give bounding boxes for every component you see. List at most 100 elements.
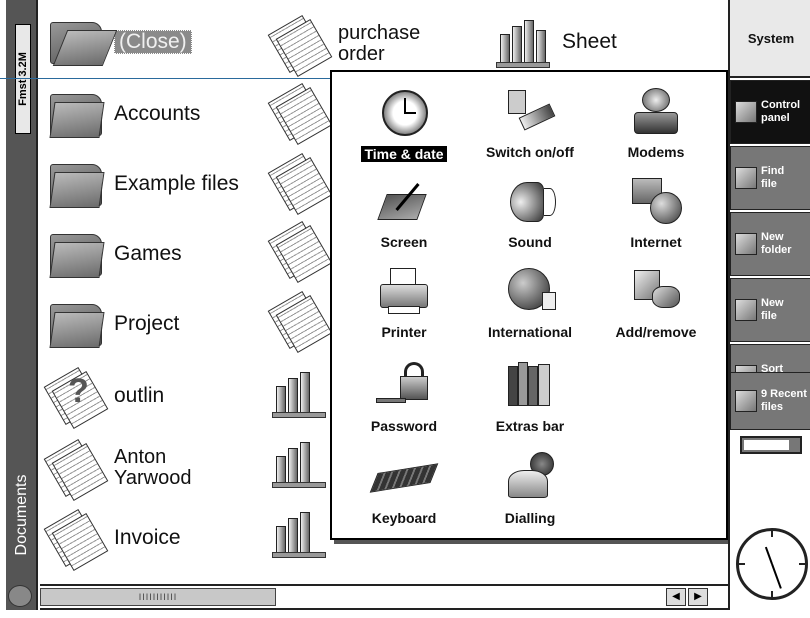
control-panel-button[interactable]: Control panel	[730, 80, 810, 144]
scroll-left-button[interactable]: ◀	[666, 588, 686, 606]
file-item-games[interactable]: Games	[46, 228, 182, 280]
find-file-button[interactable]: Find file	[730, 146, 810, 210]
cp-item-international[interactable]: International	[464, 264, 596, 342]
folder-icon	[46, 88, 106, 140]
add-remove-icon	[626, 264, 686, 324]
keyboard-icon	[369, 450, 439, 510]
file-item-doc[interactable]	[267, 220, 333, 284]
cp-item-sound[interactable]: Sound	[464, 174, 596, 252]
file-label: Invoice	[114, 526, 181, 549]
file-item-anton-yarwood[interactable]: Anton Yarwood	[43, 438, 192, 502]
popup-connector-line	[0, 78, 330, 79]
cp-label: Add/remove	[615, 324, 697, 340]
cp-label: Modems	[627, 144, 685, 160]
new-folder-button[interactable]: New folder	[730, 212, 810, 276]
new-file-icon	[735, 299, 757, 321]
cp-item-keyboard[interactable]: Keyboard	[338, 450, 470, 528]
file-item-close[interactable]: (Close)	[46, 16, 192, 68]
file-item-invoice[interactable]: Invoice	[43, 508, 181, 572]
cp-item-time-date[interactable]: Time & date	[338, 84, 470, 164]
cp-item-screen[interactable]: Screen	[338, 174, 470, 252]
folder-icon	[46, 158, 106, 210]
clock-icon	[374, 84, 434, 144]
globe-icon	[500, 264, 560, 324]
file-label: Example files	[114, 172, 239, 195]
folder-icon	[46, 228, 106, 280]
word-doc-icon	[267, 14, 333, 78]
menu-button[interactable]	[8, 585, 32, 607]
scrollbar-thumb[interactable]: IIIIIIIIIII	[40, 588, 276, 606]
system-title-tab[interactable]: System	[730, 0, 810, 78]
new-file-button[interactable]: New file	[730, 278, 810, 342]
sheet-icon	[270, 504, 330, 560]
cp-item-modems[interactable]: Modems	[590, 84, 722, 162]
cp-label: Internet	[630, 234, 682, 250]
modem-icon	[626, 84, 686, 144]
disk-space-label: Fmst 3.2M	[15, 24, 31, 134]
recent-files-button[interactable]: 9 Recent files	[730, 372, 810, 430]
new-folder-icon	[735, 233, 757, 255]
file-item-outlin[interactable]: ? outlin	[43, 366, 165, 430]
cp-label: Sound	[508, 234, 552, 250]
file-item-sheet[interactable]	[270, 364, 330, 420]
battery-fill	[744, 440, 790, 450]
cp-item-extras-bar[interactable]: Extras bar	[464, 358, 596, 436]
horizontal-scrollbar[interactable]: IIIIIIIIIII ◀ ▶	[40, 584, 728, 610]
file-item-doc[interactable]	[267, 82, 333, 146]
file-item-doc[interactable]	[267, 290, 333, 354]
new-file-label: New file	[761, 297, 784, 322]
file-item-sheet[interactable]	[270, 504, 330, 560]
folder-icon	[46, 298, 106, 350]
file-label: Anton Yarwood	[114, 446, 192, 489]
file-label: Project	[114, 312, 180, 335]
file-item-accounts[interactable]: Accounts	[46, 88, 200, 140]
cp-item-password[interactable]: Password	[338, 358, 470, 436]
file-item-example-files[interactable]: Example files	[46, 158, 239, 210]
file-label: purchase order	[338, 22, 421, 65]
system-title: System	[747, 30, 795, 46]
word-doc-icon	[43, 438, 109, 502]
file-label: Accounts	[114, 102, 201, 125]
file-label: outlin	[114, 384, 165, 407]
file-item-doc[interactable]	[267, 152, 333, 216]
word-doc-icon	[267, 152, 333, 216]
cp-label: Switch on/off	[486, 144, 574, 160]
speaker-icon	[500, 174, 560, 234]
find-file-label: Find file	[761, 165, 785, 190]
clock-icon[interactable]	[736, 528, 808, 600]
cp-label: Password	[370, 418, 438, 434]
current-folder-text: Documents	[13, 474, 30, 556]
scroll-right-button[interactable]: ▶	[688, 588, 708, 606]
cp-label: Extras bar	[495, 418, 565, 434]
new-folder-label: New folder	[761, 231, 792, 256]
recent-files-label: 9 Recent files	[761, 388, 807, 413]
cp-label: Time & date	[361, 146, 447, 162]
file-item-purchase-order[interactable]: purchase order	[267, 14, 421, 78]
left-strip: Fmst 3.2M Documents	[6, 0, 38, 610]
cp-label: International	[487, 324, 572, 340]
cp-item-add-remove[interactable]: Add/remove	[590, 264, 722, 342]
printer-icon	[374, 264, 434, 324]
power-switch-icon	[500, 84, 560, 144]
file-label: (Close)	[114, 30, 192, 54]
books-icon	[500, 358, 560, 418]
cp-item-dialling[interactable]: Dialling	[464, 450, 596, 528]
current-folder-label[interactable]: Documents	[6, 440, 38, 590]
sheet-icon	[270, 434, 330, 490]
control-panel-label: Control panel	[761, 99, 801, 124]
cp-item-switch-onoff[interactable]: Switch on/off	[464, 84, 596, 162]
file-label: Games	[114, 242, 182, 265]
cp-item-internet[interactable]: Internet	[590, 174, 722, 252]
file-item-sheet[interactable]: Sheet	[494, 14, 617, 70]
word-doc-icon	[267, 82, 333, 146]
word-doc-icon	[267, 290, 333, 354]
file-item-sheet[interactable]	[270, 434, 330, 490]
cp-item-printer[interactable]: Printer	[338, 264, 470, 342]
key-lock-icon	[374, 358, 434, 418]
globe-computer-icon	[626, 174, 686, 234]
file-label: Sheet	[562, 30, 617, 53]
folder-open-icon	[46, 16, 118, 68]
file-item-project[interactable]: Project	[46, 298, 179, 350]
disk-space-text: Fmst 3.2M	[17, 52, 29, 106]
telephone-icon	[500, 450, 560, 510]
